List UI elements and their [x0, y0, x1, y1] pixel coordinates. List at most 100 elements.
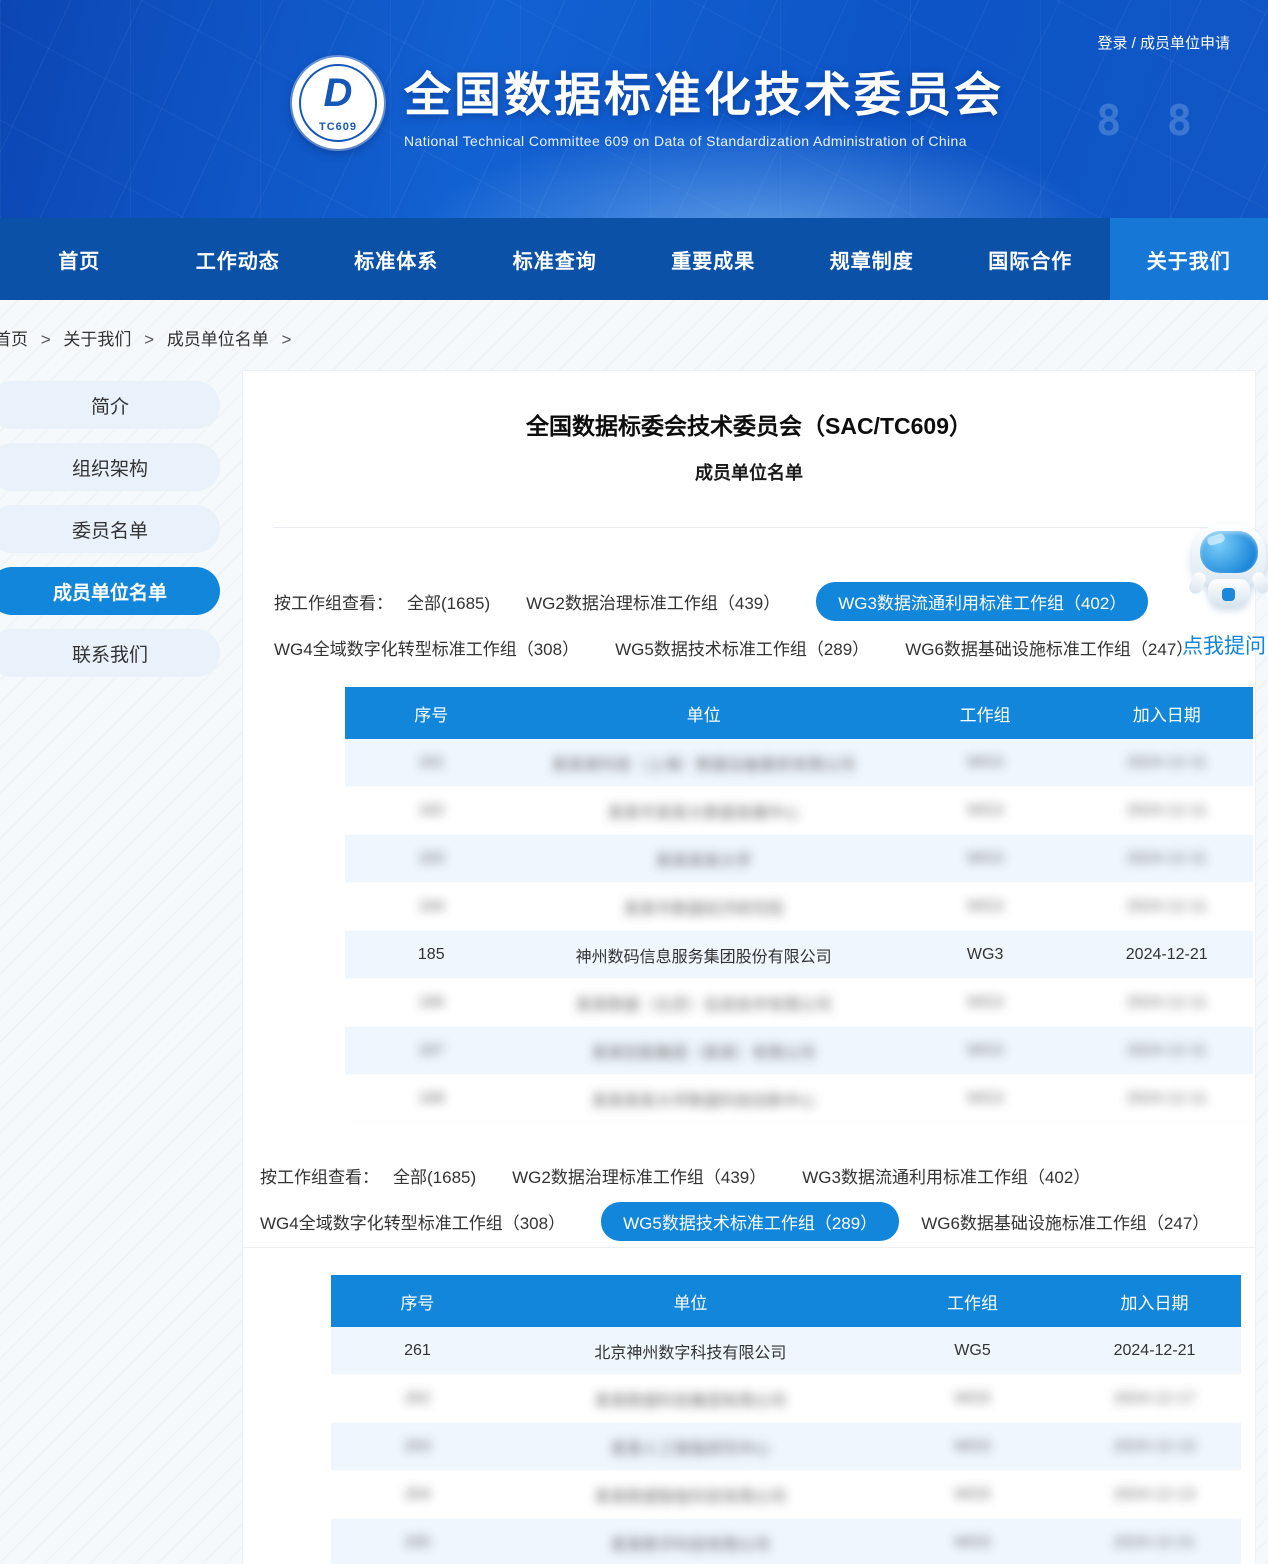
nav-item[interactable]: 工作动态	[159, 218, 318, 300]
page: 8 8 登录 / 成员单位申请 D TC609 全国数据标准化技术委员会 Nat…	[0, 0, 1268, 1564]
row-org: 某某人工智能研究中心	[504, 1435, 877, 1459]
breadcrumb-item[interactable]: 关于我们	[63, 330, 131, 349]
workgroup-filter[interactable]: WG4全域数字化转型标准工作组（308）	[274, 635, 579, 660]
main-nav: 首页 工作动态 标准体系 标准查询 重要成果 规章制度 国际合作 关于我们	[0, 218, 1268, 300]
table-header: 序号 单位 工作组 加入日期	[331, 1275, 1241, 1327]
workgroup-filter[interactable]: 全部(1685)	[407, 589, 490, 614]
robot-body	[1208, 579, 1250, 607]
assistant-prompt-link[interactable]: 点我提问	[1176, 630, 1268, 660]
row-no: 186	[345, 994, 518, 1012]
workgroup-filter[interactable]: WG5数据技术标准工作组（289）	[615, 635, 869, 660]
row-wg: WG3	[890, 946, 1081, 964]
nav-item[interactable]: 标准查询	[476, 218, 635, 300]
content-card: 全国数据标委会技术委员会（SAC/TC609） 成员单位名单 按工作组查看： 全…	[242, 370, 1256, 1564]
row-wg: WG5	[877, 1486, 1068, 1504]
table-row: 261 北京神州数字科技有限公司 WG5 2024-12-21	[331, 1327, 1241, 1375]
filter-label: 按工作组查看：	[260, 1163, 379, 1188]
row-org: 某某数字科技有限公司	[504, 1531, 877, 1555]
nav-item[interactable]: 国际合作	[951, 218, 1110, 300]
row-date: 2024-12-11	[1080, 1090, 1253, 1108]
table-row: 262 某某数据科技集团有限公司 WG5 2024-12-17	[331, 1375, 1241, 1423]
filter-label: 按工作组查看：	[274, 589, 393, 614]
row-org: 某某数据科技集团有限公司	[504, 1387, 877, 1411]
breadcrumb-item[interactable]: 首页	[0, 330, 28, 349]
col-header-date: 加入日期	[1068, 1289, 1241, 1314]
row-no: 265	[331, 1534, 504, 1552]
row-org: 某某数据（北京）信息技术有限公司	[518, 991, 890, 1015]
breadcrumb-separator: >	[41, 330, 51, 349]
sidebar-item[interactable]: 委员名单	[0, 505, 220, 553]
breadcrumb: 首页 > 关于我们 > 成员单位名单 >	[0, 325, 299, 350]
workgroup-filter[interactable]: WG2数据治理标准工作组（439）	[526, 589, 780, 614]
page-subtitle: 成员单位名单	[243, 459, 1255, 485]
sidebar-item[interactable]: 联系我们	[0, 629, 220, 677]
row-date: 2024-12-13	[1068, 1486, 1241, 1504]
row-org: 北京神州数字科技有限公司	[504, 1339, 877, 1363]
row-wg: WG3	[890, 850, 1081, 868]
sidebar: 简介 组织架构 委员名单 成员单位名单 联系我们	[0, 381, 220, 691]
row-wg: WG3	[890, 898, 1081, 916]
row-org: 某某某某大学	[518, 847, 890, 871]
nav-item[interactable]: 标准体系	[317, 218, 476, 300]
banner-decoration: 8 8	[1096, 96, 1202, 145]
sidebar-item[interactable]: 简介	[0, 381, 220, 429]
robot-face	[1200, 531, 1258, 573]
assistant-robot-icon[interactable]	[1190, 524, 1268, 607]
row-no: 183	[345, 850, 518, 868]
table-row: 182 某某市某某大数据发展中心 WG3 2024-12-11	[345, 787, 1253, 835]
workgroup-filter[interactable]: WG2数据治理标准工作组（439）	[512, 1163, 766, 1188]
login-links[interactable]: 登录 / 成员单位申请	[1097, 32, 1230, 53]
row-wg: WG3	[890, 1042, 1081, 1060]
workgroup-filter[interactable]: WG3数据流通利用标准工作组（402）	[816, 582, 1148, 621]
tc609-logo-icon: D TC609	[292, 57, 384, 149]
row-no: 263	[331, 1438, 504, 1456]
row-wg: WG5	[877, 1438, 1068, 1456]
table-row: 188 某某某某大学数据科技创新中心 WG3 2024-12-11	[345, 1075, 1253, 1123]
nav-item[interactable]: 关于我们	[1110, 218, 1268, 300]
sidebar-item[interactable]: 组织架构	[0, 443, 220, 491]
row-org: 某某市某某大数据发展中心	[518, 799, 890, 823]
row-wg: WG3	[890, 994, 1081, 1012]
row-date: 2024-12-21	[1068, 1342, 1241, 1360]
col-header-wg: 工作组	[890, 701, 1081, 726]
row-date: 2024-12-11	[1080, 850, 1253, 868]
workgroup-filter[interactable]: 全部(1685)	[393, 1163, 476, 1188]
row-no: 181	[345, 754, 518, 772]
workgroup-filters-section2: 按工作组查看： 全部(1685) WG2数据治理标准工作组（439） WG3数据…	[243, 1157, 1255, 1249]
col-header-org: 单位	[518, 701, 890, 726]
page-title: 全国数据标委会技术委员会（SAC/TC609）	[243, 407, 1255, 441]
row-org: 某某某科技（上海）数据设备服务有限公司	[518, 751, 890, 775]
workgroup-filter[interactable]: WG6数据基础设施标准工作组（247）	[921, 1209, 1209, 1234]
row-no: 262	[331, 1390, 504, 1408]
col-header-no: 序号	[345, 701, 518, 726]
logo-letter: D	[292, 71, 384, 116]
col-header-org: 单位	[504, 1289, 877, 1314]
row-wg: WG5	[877, 1534, 1068, 1552]
breadcrumb-separator: >	[282, 330, 292, 349]
table-row: 187 某某控股集团（某某）有限公司 WG3 2024-12-11	[345, 1027, 1253, 1075]
nav-item[interactable]: 重要成果	[634, 218, 793, 300]
row-no: 185	[345, 946, 518, 964]
sidebar-item[interactable]: 成员单位名单	[0, 567, 220, 615]
row-date: 2024-12-13	[1068, 1438, 1241, 1456]
breadcrumb-item[interactable]: 成员单位名单	[167, 330, 269, 349]
table-row: 185 神州数码信息服务集团股份有限公司 WG3 2024-12-21	[345, 931, 1253, 979]
workgroup-filters-section1: 按工作组查看： 全部(1685) WG2数据治理标准工作组（439） WG3数据…	[243, 583, 1255, 675]
row-wg: WG3	[890, 1090, 1081, 1108]
member-table-wg5: 序号 单位 工作组 加入日期 261 北京神州数字科技有限公司 WG5 2024…	[331, 1275, 1241, 1564]
nav-item[interactable]: 首页	[0, 218, 159, 300]
brand: D TC609 全国数据标准化技术委员会 National Technical …	[292, 56, 1004, 149]
nav-item[interactable]: 规章制度	[793, 218, 952, 300]
row-wg: WG3	[890, 802, 1081, 820]
site-title: 全国数据标准化技术委员会	[404, 56, 1004, 125]
workgroup-filter[interactable]: WG3数据流通利用标准工作组（402）	[802, 1163, 1090, 1188]
workgroup-filter[interactable]: WG6数据基础设施标准工作组（247）	[905, 635, 1193, 660]
table-row: 263 某某人工智能研究中心 WG5 2024-12-13	[331, 1423, 1241, 1471]
row-wg: WG5	[877, 1390, 1068, 1408]
workgroup-filter[interactable]: WG5数据技术标准工作组（289）	[601, 1202, 899, 1241]
table-header: 序号 单位 工作组 加入日期	[345, 687, 1253, 739]
table-row: 265 某某数字科技有限公司 WG5 2024-12-21	[331, 1519, 1241, 1564]
workgroup-filter[interactable]: WG4全域数字化转型标准工作组（308）	[260, 1209, 565, 1234]
row-no: 188	[345, 1090, 518, 1108]
row-date: 2024-12-11	[1080, 898, 1253, 916]
